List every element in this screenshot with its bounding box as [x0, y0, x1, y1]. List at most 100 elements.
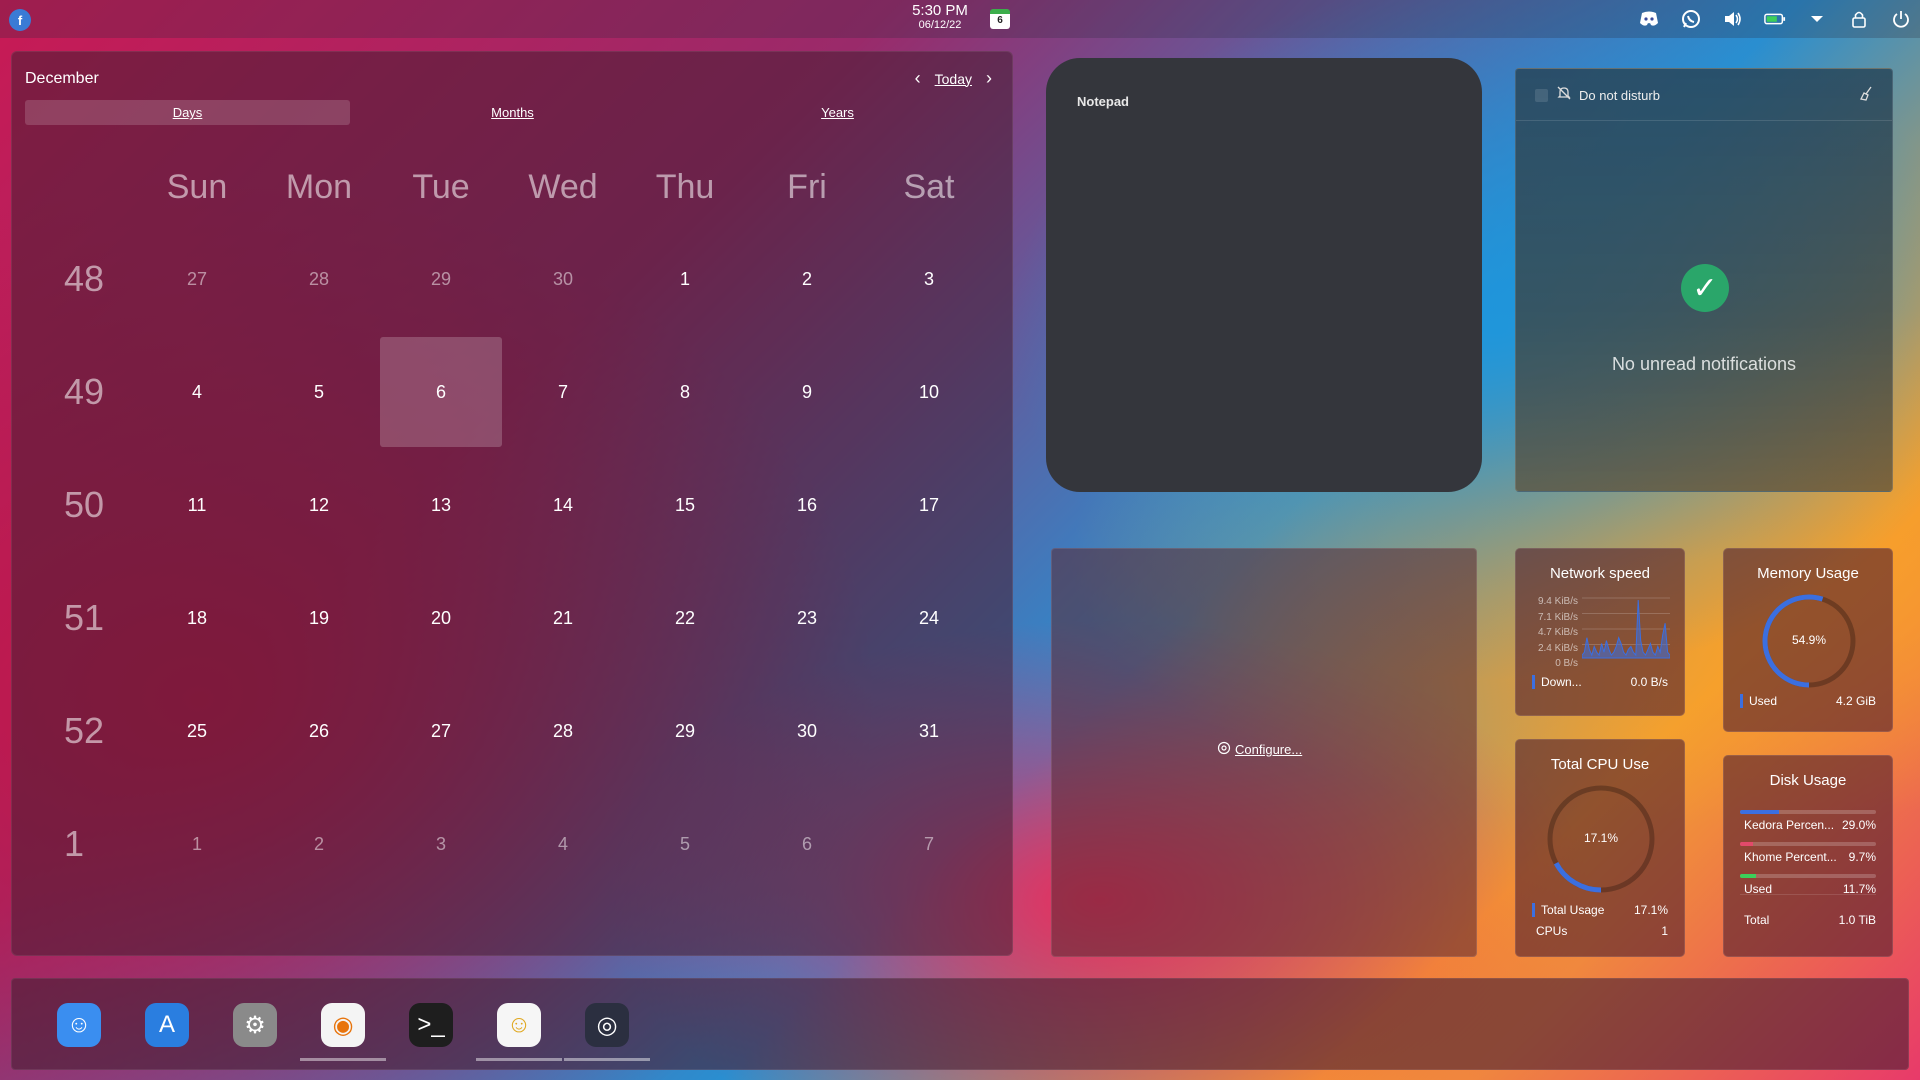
cpu-count-row: CPUs 1	[1532, 924, 1668, 938]
dock-item-terminal[interactable]: >_	[388, 989, 474, 1061]
calendar-day[interactable]: 28	[258, 224, 380, 334]
network-legend-value: 0.0 B/s	[1630, 675, 1668, 689]
calendar-day[interactable]: 2	[258, 789, 380, 899]
lock-icon[interactable]	[1848, 8, 1870, 30]
tab-days[interactable]: Days	[25, 100, 350, 125]
calendar-day[interactable]: 1	[136, 789, 258, 899]
calendar-day[interactable]: 18	[136, 563, 258, 673]
clear-notifications-icon[interactable]	[1858, 85, 1874, 105]
calendar-day[interactable]: 11	[136, 450, 258, 560]
network-speed-graph	[1582, 597, 1670, 659]
whatsapp-icon[interactable]	[1680, 8, 1702, 30]
calendar-day[interactable]: 5	[258, 337, 380, 447]
calendar-day[interactable]: 7	[502, 337, 624, 447]
calendar-day[interactable]: 8	[624, 337, 746, 447]
calendar-day[interactable]: 28	[502, 676, 624, 786]
calendar-day-selected[interactable]: 6	[380, 336, 502, 447]
calendar-day[interactable]: 27	[380, 676, 502, 786]
calendar-day[interactable]: 15	[624, 450, 746, 560]
calendar-day[interactable]: 7	[868, 789, 990, 899]
battery-icon[interactable]	[1764, 8, 1786, 30]
calendar-tray-icon[interactable]: 6	[990, 9, 1010, 29]
do-not-disturb-label[interactable]: Do not disturb	[1579, 88, 1660, 103]
calendar-day[interactable]: 3	[380, 789, 502, 899]
calendar-day[interactable]: 16	[746, 450, 868, 560]
previous-month-icon[interactable]: ‹	[915, 68, 921, 89]
calendar-day[interactable]: 21	[502, 563, 624, 673]
calendar-day[interactable]: 14	[502, 450, 624, 560]
calendar-day[interactable]: 2	[746, 224, 868, 334]
discord-icon[interactable]	[1638, 8, 1660, 30]
calendar-day[interactable]: 5	[624, 789, 746, 899]
weekday-header-row: Sun Mon Tue Wed Thu Fri Sat	[36, 152, 996, 222]
notepad-widget[interactable]: Notepad	[1046, 58, 1482, 492]
calendar-week-row: 52 25 26 27 28 29 30 31	[36, 674, 996, 787]
cpu-legend-label: Total Usage	[1532, 903, 1604, 917]
calendar-day[interactable]: 26	[258, 676, 380, 786]
power-icon[interactable]	[1890, 8, 1912, 30]
next-month-icon[interactable]: ›	[986, 68, 992, 89]
calendar-day[interactable]: 12	[258, 450, 380, 560]
calendar-day[interactable]: 4	[502, 789, 624, 899]
tab-years[interactable]: Years	[675, 100, 1000, 125]
dock-item-system-settings[interactable]: ⚙	[212, 989, 298, 1061]
calendar-day[interactable]: 13	[380, 450, 502, 560]
weekday-header: Thu	[655, 167, 715, 206]
disk-divider	[1740, 894, 1876, 895]
calendar-day[interactable]: 6	[746, 789, 868, 899]
calendar-day[interactable]: 4	[136, 337, 258, 447]
calendar-day[interactable]: 19	[258, 563, 380, 673]
week-number: 50	[64, 483, 105, 525]
calendar-day[interactable]: 22	[624, 563, 746, 673]
calendar-day[interactable]: 30	[746, 676, 868, 786]
calendar-day[interactable]: 3	[868, 224, 990, 334]
disk-usage-title: Disk Usage	[1769, 772, 1847, 789]
calendar-day[interactable]: 29	[380, 224, 502, 334]
calendar-day[interactable]: 29	[624, 676, 746, 786]
calendar-day[interactable]: 20	[380, 563, 502, 673]
cpu-usage-widget: Total CPU Use 17.1% Total Usage 17.1% CP…	[1515, 739, 1685, 957]
app-store-icon: A	[145, 1003, 189, 1047]
notifications-widget: Do not disturb ✓ No unread notifications	[1515, 68, 1893, 492]
dock-item-app-store[interactable]: A	[124, 989, 210, 1061]
calendar-day[interactable]: 27	[136, 224, 258, 334]
cpu-count-value: 1	[1661, 924, 1668, 938]
calendar-day[interactable]: 30	[502, 224, 624, 334]
cpu-usage-title: Total CPU Use	[1550, 756, 1650, 773]
digital-clock[interactable]: 5:30 PM 06/12/22	[900, 3, 980, 32]
today-button[interactable]: Today	[935, 71, 972, 87]
cpu-legend: Total Usage 17.1%	[1532, 903, 1668, 917]
disk-usage-row: Khome Percent... 9.7%	[1744, 850, 1876, 864]
calendar-day[interactable]: 17	[868, 450, 990, 560]
volume-icon[interactable]	[1722, 8, 1744, 30]
dock-item-screenshot-tool[interactable]: ◎	[564, 989, 650, 1061]
calendar-day[interactable]: 23	[746, 563, 868, 673]
calendar-day[interactable]: 25	[136, 676, 258, 786]
cpu-percent: 17.1%	[1583, 831, 1619, 845]
disk-total-value: 1.0 TiB	[1838, 913, 1876, 927]
week-number: 1	[64, 822, 85, 864]
calendar-day[interactable]: 1	[624, 224, 746, 334]
configure-button[interactable]: Configure...	[1217, 741, 1302, 758]
week-number: 52	[64, 709, 105, 751]
calendar-week-row: 50 11 12 13 14 15 16 17	[36, 448, 996, 561]
app-launcher-icon[interactable]: f	[9, 9, 31, 31]
week-number: 51	[64, 596, 105, 638]
calendar-day[interactable]: 10	[868, 337, 990, 447]
calendar-day[interactable]: 9	[746, 337, 868, 447]
memory-usage-widget: Memory Usage 54.9% Used 4.2 GiB	[1723, 548, 1893, 732]
expand-arrow-icon[interactable]	[1806, 8, 1828, 30]
dock-item-finder[interactable]: ☺	[36, 989, 122, 1061]
calendar-week-row: 11234567	[36, 787, 996, 900]
dock-item-firefox[interactable]: ◉	[300, 989, 386, 1061]
bell-off-icon	[1556, 85, 1572, 104]
calendar-day[interactable]: 31	[868, 676, 990, 786]
dock-item-emoji-app[interactable]: ☺	[476, 989, 562, 1061]
weekday-header: Tue	[412, 167, 470, 206]
weekday-header: Sun	[166, 167, 228, 206]
do-not-disturb-checkbox[interactable]	[1535, 89, 1548, 102]
network-axis-tick: 2.4 KiB/s	[1537, 642, 1578, 654]
tab-months[interactable]: Months	[350, 100, 675, 125]
firefox-icon: ◉	[321, 1003, 365, 1047]
calendar-day[interactable]: 24	[868, 563, 990, 673]
